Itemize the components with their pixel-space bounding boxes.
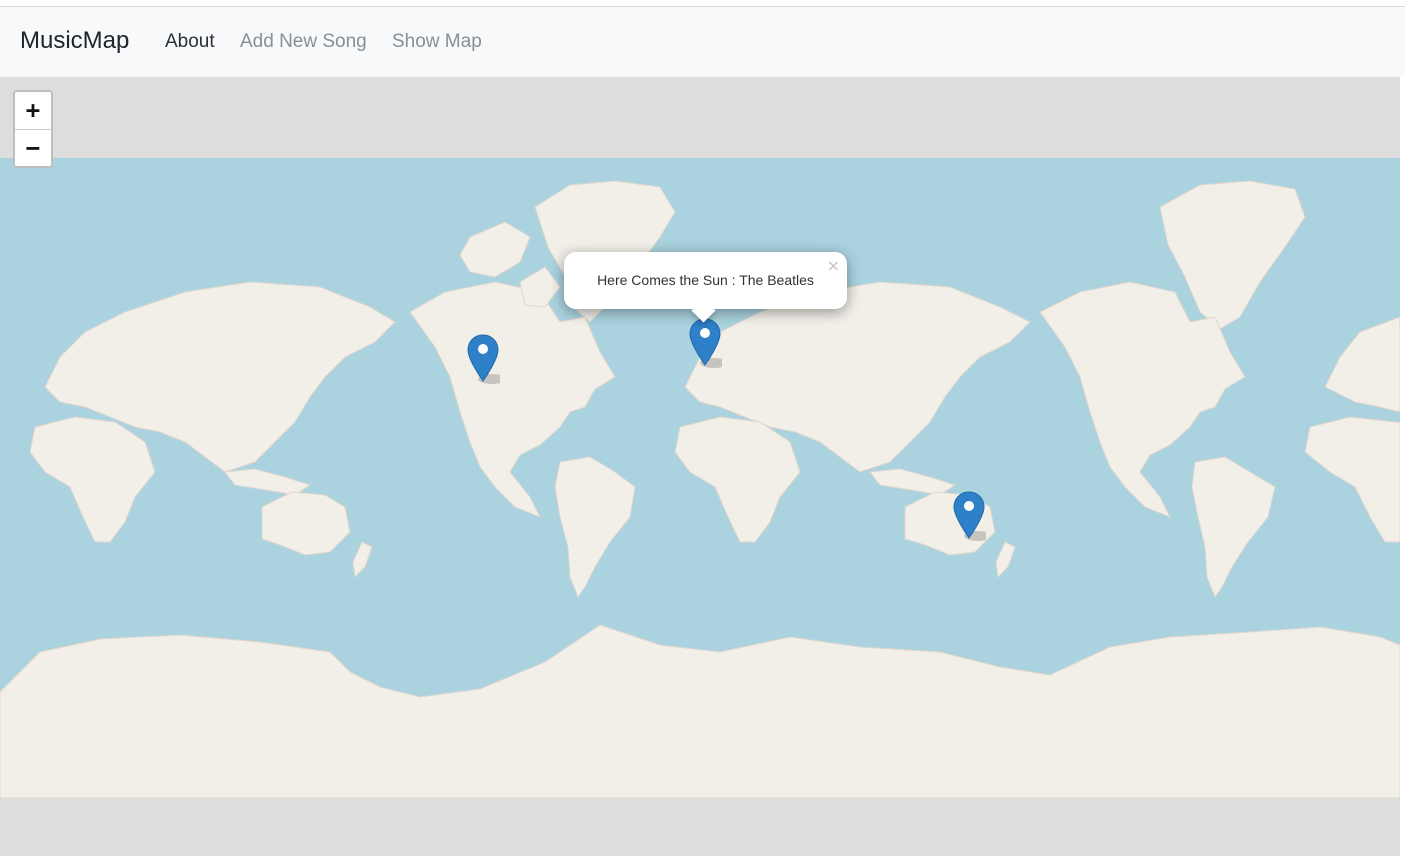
popup-close-icon[interactable]: × (827, 258, 840, 274)
nav-add-new-song[interactable]: Add New Song (240, 31, 367, 53)
nav-show-map[interactable]: Show Map (392, 31, 482, 53)
marker-australia[interactable] (952, 490, 986, 542)
page-edge (1400, 77, 1405, 856)
marker-europe[interactable] (688, 317, 722, 369)
navbar: MusicMap About Add New Song Show Map (0, 7, 1405, 77)
world-map-tiles[interactable] (0, 77, 1400, 856)
popup-text: Here Comes the Sun : The Beatles (564, 252, 847, 309)
marker-north-america[interactable] (466, 333, 500, 385)
nav-about[interactable]: About (165, 31, 215, 53)
zoom-in-button[interactable]: + (15, 92, 51, 129)
zoom-control: + − (13, 90, 53, 168)
zoom-out-button[interactable]: − (15, 129, 51, 166)
brand-link[interactable]: MusicMap (20, 27, 129, 55)
marker-popup: Here Comes the Sun : The Beatles × (564, 252, 847, 323)
map-container[interactable]: + − Here Comes the Sun : The Beatles × (0, 77, 1400, 856)
